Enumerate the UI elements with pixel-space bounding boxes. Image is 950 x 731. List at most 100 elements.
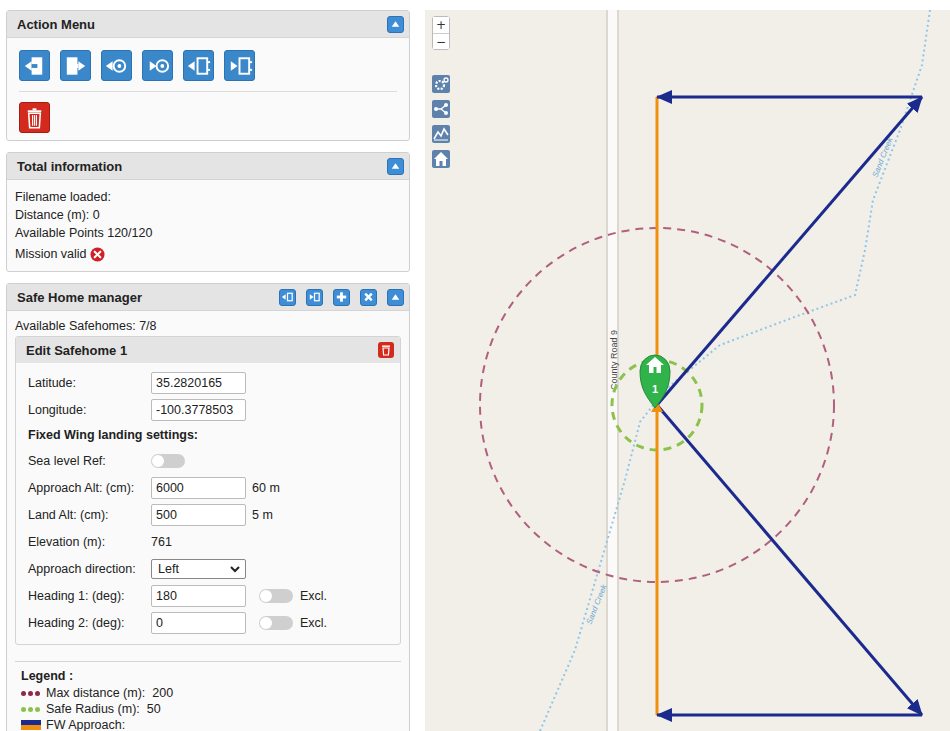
field-label: Longitude: <box>28 403 151 417</box>
load-eeprom-button[interactable] <box>183 50 214 81</box>
creek-label: Sand Creek <box>585 582 610 625</box>
load-icon <box>20 51 49 81</box>
save-mission-button[interactable] <box>60 50 91 81</box>
toggle-switch[interactable] <box>259 616 293 630</box>
collapse-icon <box>388 16 403 32</box>
legend-item: Max distance (m): 200 <box>21 685 395 701</box>
field-input[interactable] <box>151 477 246 499</box>
total-information-panel: Total informationFilename loaded:Distanc… <box>6 152 410 272</box>
legend-label: Max distance (m): 200 <box>46 685 173 701</box>
legend-dots <box>21 707 41 712</box>
field-row: Elevation (m):761 <box>28 530 388 553</box>
field-input[interactable] <box>151 504 246 526</box>
field-label: Approach Alt: (cm): <box>28 481 151 495</box>
panel-header: Total information <box>7 153 409 180</box>
divider <box>19 91 397 92</box>
mission-valid-label: Mission valid <box>15 245 87 263</box>
safehome-tools <box>279 289 404 306</box>
mission-planner: Action Menu Total information Filename loa… <box>0 0 950 731</box>
field-row: Approach Alt: (cm): 60 m <box>28 476 388 499</box>
safehome-tool-button[interactable] <box>432 100 450 118</box>
trash-icon <box>20 103 49 133</box>
field-row: Heading 2: (deg):Excl. <box>28 611 388 634</box>
approach-paths <box>657 97 922 715</box>
field-label: Sea level Ref: <box>28 454 151 468</box>
road <box>606 10 619 731</box>
load-mission-button[interactable] <box>19 50 50 81</box>
zoom-out-button[interactable]: − <box>433 33 449 49</box>
direction-select[interactable]: Left <box>151 559 246 579</box>
field-row: Approach direction:Left <box>28 557 388 580</box>
editor-header: Edit Safehome 1 <box>16 337 400 363</box>
map-ground <box>425 10 950 731</box>
load-safehomes-button[interactable] <box>279 289 296 306</box>
load-fc-button[interactable] <box>101 50 132 81</box>
delete-safehome-button[interactable] <box>378 342 394 358</box>
safe-home-panel: Safe Home managerAvailable Safehomes: 7/… <box>6 283 410 731</box>
delete-mission-button[interactable] <box>19 102 50 133</box>
error-icon <box>90 247 105 262</box>
panel-title: Safe Home manager <box>17 290 142 305</box>
save-fc-button[interactable] <box>142 50 173 81</box>
panel-header: Safe Home manager <box>7 284 409 311</box>
exclude-toggle[interactable]: Excl. <box>259 589 327 603</box>
marker-label: 1 <box>652 383 658 395</box>
collapse-button[interactable] <box>387 16 404 33</box>
toggle-switch[interactable] <box>259 589 293 603</box>
plus-icon <box>334 289 349 305</box>
eeprom-out-icon <box>225 51 254 81</box>
save-safehomes-button[interactable] <box>306 289 323 306</box>
legend-item: Safe Radius (m): 50 <box>21 701 395 717</box>
save-eeprom-button[interactable] <box>224 50 255 81</box>
panel-title: Total information <box>17 159 122 174</box>
zoom-in-button[interactable]: + <box>433 17 449 33</box>
save-icon <box>61 51 90 81</box>
creek <box>540 10 930 731</box>
field-input[interactable] <box>151 399 246 421</box>
field-label: Latitude: <box>28 376 151 390</box>
safehome-marker[interactable]: 1 <box>640 355 670 408</box>
field-input[interactable] <box>151 612 246 634</box>
action-body <box>7 38 409 140</box>
close-icon <box>361 289 376 305</box>
toggle-switch[interactable] <box>151 454 185 468</box>
field-row: Longitude: <box>28 398 388 421</box>
exclude-toggle[interactable]: Excl. <box>259 616 327 630</box>
mission-valid: Mission valid <box>15 245 401 263</box>
chip-in-icon <box>102 51 131 81</box>
remove-safehomes-button[interactable] <box>360 289 377 306</box>
field-row: Latitude: <box>28 371 388 394</box>
field-label: Elevation (m): <box>28 535 151 549</box>
field-input[interactable] <box>151 585 246 607</box>
elevation-button[interactable] <box>432 125 450 143</box>
map[interactable]: County Road 9Sand CreekSand Creek1+− <box>425 10 950 731</box>
map-tools <box>432 75 450 168</box>
legend-label: Safe Radius (m): 50 <box>46 701 161 717</box>
field-row: Land Alt: (cm):5 m <box>28 503 388 526</box>
action-menu-panel: Action Menu <box>6 10 410 141</box>
toggle-label: Excl. <box>300 589 327 603</box>
field-row: Sea level Ref: <box>28 449 388 472</box>
section-heading: Fixed Wing landing settings: <box>28 425 388 445</box>
field-unit: 60 m <box>252 481 280 495</box>
collapse-button[interactable] <box>387 289 404 306</box>
field-input[interactable] <box>151 372 246 394</box>
route-icon <box>432 100 450 118</box>
map-canvas[interactable]: County Road 9Sand CreekSand Creek1 <box>425 10 950 731</box>
legend-swatch <box>21 720 41 730</box>
info-line: Filename loaded: <box>15 188 401 206</box>
trash-icon <box>379 343 393 357</box>
action-buttons <box>19 50 397 81</box>
field-unit: 5 m <box>252 508 273 522</box>
add-safehome-button[interactable] <box>333 289 350 306</box>
settings-button[interactable] <box>432 75 450 93</box>
chip-out-icon <box>307 289 322 305</box>
info-line: Available Points 120/120 <box>15 224 401 242</box>
legend-label: FW Approach: <box>46 717 125 731</box>
home-button[interactable] <box>432 150 450 168</box>
eeprom-in-icon <box>184 51 213 81</box>
zoom-control: +− <box>432 16 450 50</box>
collapse-button[interactable] <box>387 158 404 175</box>
chevron-down-icon <box>230 565 240 573</box>
field-label: Heading 1: (deg): <box>28 589 151 603</box>
